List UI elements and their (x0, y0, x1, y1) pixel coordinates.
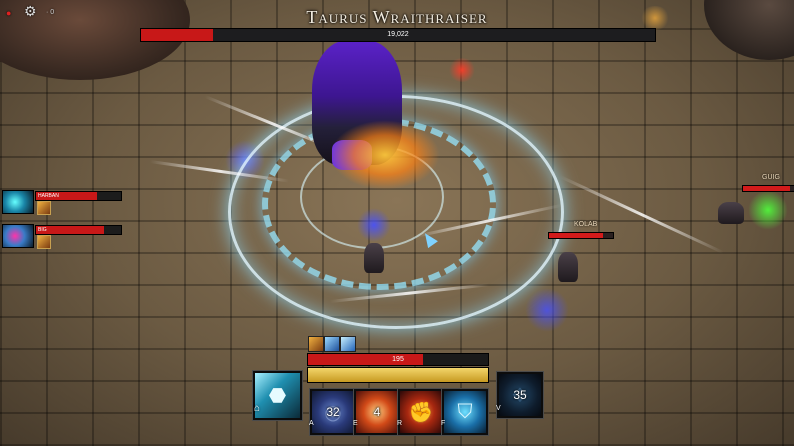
ability-key: V (496, 405, 501, 412)
player-health-text: 195 (392, 356, 404, 363)
ability-key: F (441, 420, 446, 427)
flame-fist-icon: ✊ (408, 401, 434, 424)
claw-buff-icon (308, 336, 324, 352)
party-member[interactable]: HARBAN (0, 190, 125, 215)
ally-character-kolab[interactable] (558, 252, 578, 282)
ability-slot-f[interactable]: ⛉ (442, 389, 488, 435)
ability-slot-e[interactable]: ◐ 4 (354, 389, 400, 435)
ability-slot-r[interactable]: ✊ (398, 389, 444, 435)
boss-health-bar: 19,022 (140, 28, 656, 42)
frost-hero-portrait[interactable] (2, 224, 34, 248)
claw-buff-icon (37, 235, 51, 249)
ally-character-guig[interactable] (718, 202, 744, 224)
ice-shield-icon: ⛉ (457, 400, 473, 423)
ability-key: A (309, 420, 314, 427)
unit-name: GUIG (762, 174, 780, 181)
ability-slot-v[interactable]: ❖ 35 (497, 372, 543, 418)
ability-cooldown: 4 (373, 405, 381, 419)
party-health-bar: BIG (35, 225, 122, 235)
ability-slot-a[interactable]: ◎ 32 (310, 389, 356, 435)
red-ember (448, 58, 476, 82)
ability-key: E (353, 420, 358, 427)
shadow-orb-right (525, 288, 569, 332)
ability-cooldown: 32 (326, 405, 340, 419)
light-streak (559, 175, 724, 254)
player-health-bar: 195 (307, 353, 489, 366)
unit-health-fill (549, 233, 604, 238)
party-health-bar: HARBAN (35, 191, 122, 201)
ability-cooldown: 35 (513, 388, 527, 402)
party-member[interactable]: BIG (0, 224, 125, 249)
unit-health-fill (743, 186, 790, 191)
unit-health-bar (742, 185, 794, 192)
player-character[interactable] (364, 243, 384, 273)
boss-health-text: 19,022 (387, 31, 409, 38)
ice-blade-icon: ⬣ (268, 385, 287, 407)
player-resource-bar (307, 367, 489, 383)
ability-slot-mouse[interactable]: ⬣ (253, 371, 302, 420)
mouse-button-icon: ⌂ (254, 403, 261, 414)
poison-cloud (748, 190, 788, 230)
ice-shard-buff-icon (340, 336, 356, 352)
party-member-name: HARBAN (38, 193, 59, 199)
boss-name: Taurus Wraithraiser (306, 7, 488, 27)
fire-sparks (330, 120, 440, 190)
claw-buff-icon (37, 201, 51, 215)
ice-hero-portrait[interactable] (2, 190, 34, 214)
frost-buff-icon (324, 336, 340, 352)
unit-health-bar (548, 232, 614, 239)
player-resource-fill (308, 368, 488, 382)
party-member-name: BIG (38, 227, 47, 233)
unit-name: KOLAB (574, 221, 598, 228)
ability-key: R (397, 420, 403, 427)
